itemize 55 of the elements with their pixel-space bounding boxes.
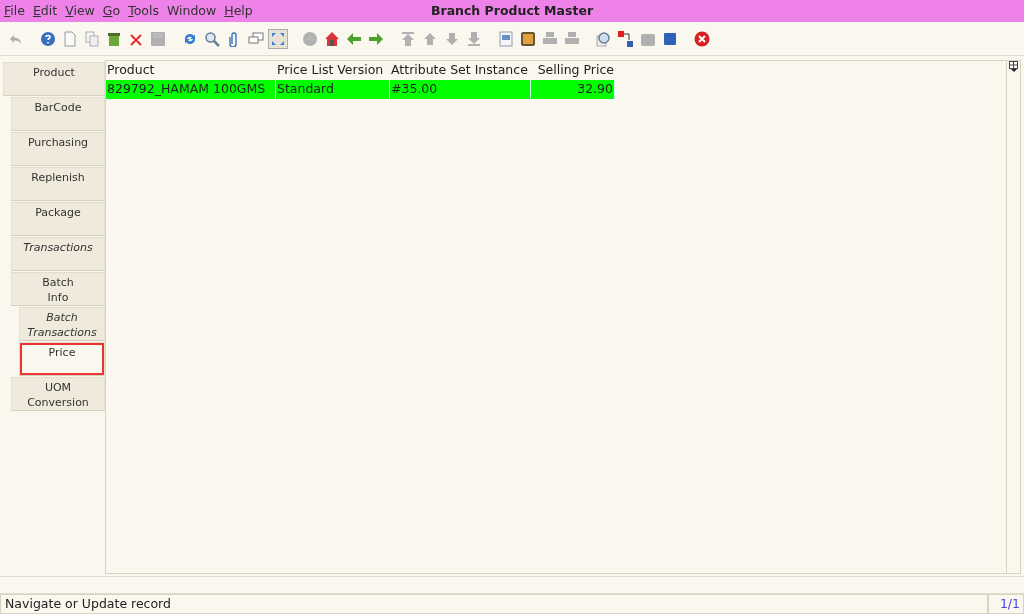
menu-item[interactable]: Go — [98, 1, 125, 21]
column-header[interactable]: Selling Price — [531, 61, 615, 80]
menu-item[interactable]: Edit — [28, 1, 62, 21]
record-counter: 1/1 — [988, 594, 1024, 614]
scrollbar[interactable] — [1006, 61, 1020, 573]
side-tab[interactable]: BarCode — [11, 97, 105, 131]
column-header[interactable]: Price List Version — [276, 61, 390, 80]
workflow-button[interactable] — [616, 28, 636, 49]
side-tab[interactable]: Purchasing — [11, 132, 105, 166]
menu-item[interactable]: Tools — [124, 1, 163, 21]
report-icon — [498, 30, 514, 47]
archive-icon — [520, 30, 536, 47]
printer-icon — [542, 30, 558, 47]
side-tab[interactable]: Replenish — [11, 167, 105, 201]
zoom-icon — [596, 30, 612, 47]
document-icon — [62, 30, 78, 47]
table-cell: Standard — [276, 79, 390, 99]
trash-bin-icon — [106, 30, 122, 47]
up-arrow-icon — [422, 30, 438, 47]
table-cell: 829792_HAMAM 100GMS — [106, 79, 276, 99]
workflow-icon — [618, 30, 634, 47]
square-icon — [662, 30, 678, 47]
help-icon — [40, 30, 56, 47]
side-tab[interactable]: Product — [3, 62, 105, 96]
grid-toggle-icon[interactable] — [1008, 61, 1019, 73]
table-cell: #35.00 — [390, 79, 531, 99]
history-icon — [302, 30, 318, 47]
side-tab[interactable]: Package — [11, 202, 105, 236]
side-tab[interactable]: Transactions — [11, 237, 105, 271]
side-tab[interactable]: UOM Conversion — [11, 377, 105, 411]
menu-item[interactable]: View — [61, 1, 99, 21]
status-message: Navigate or Update record — [0, 594, 988, 614]
table-cell: 32.90 — [531, 79, 615, 99]
report-button[interactable] — [496, 28, 516, 49]
menu-item[interactable]: Help — [220, 1, 257, 21]
right-arrow-icon — [368, 30, 384, 47]
search-icon — [204, 30, 220, 47]
window-title: Branch Product Master — [430, 2, 594, 18]
first-record-icon — [400, 30, 416, 47]
last-record-icon — [466, 30, 482, 47]
copy-icon — [84, 30, 100, 47]
menu-item[interactable]: File — [0, 1, 29, 21]
close-icon — [694, 30, 710, 47]
house-icon — [324, 30, 340, 47]
down-arrow-icon — [444, 30, 460, 47]
menu-item[interactable]: Window — [162, 1, 221, 21]
expand-button[interactable] — [268, 28, 288, 49]
side-tab[interactable]: Batch Info — [11, 272, 105, 306]
column-header[interactable]: Attribute Set Instance — [390, 61, 531, 80]
side-tab[interactable]: Batch Transactions — [19, 307, 105, 341]
expand-icon — [270, 30, 286, 47]
column-header[interactable]: Product — [106, 61, 276, 80]
side-tab[interactable]: Price — [19, 342, 105, 376]
printer-icon — [564, 30, 580, 47]
chat-bubbles-icon — [248, 30, 264, 47]
